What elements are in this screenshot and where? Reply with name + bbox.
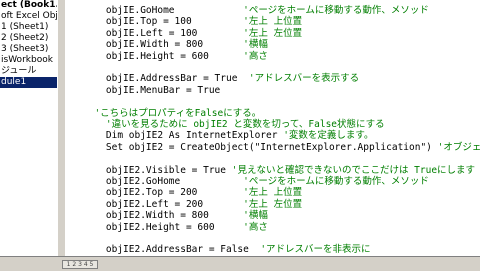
code-comment: 'アドレスバーを表示する	[249, 73, 359, 84]
code-line[interactable]: objIE2.GoHome 'ページをホームに移動する動作、メソッド	[83, 176, 429, 187]
code-comment: 'ページをホームに移動する動作、メソッド	[243, 5, 429, 16]
code-text: objIE.Height = 600	[83, 51, 243, 62]
code-text: objIE.AddressBar = True	[83, 73, 249, 84]
project-tree-item[interactable]: ect (Book1.	[0, 0, 57, 11]
code-comment: 'アドレスバーを非表示に	[260, 244, 370, 255]
code-line[interactable]: objIE2.Left = 200 '左上 左位置	[83, 199, 302, 210]
code-text: objIE2.Visible = True	[83, 165, 232, 176]
project-tree-item[interactable]: 2 (Sheet2)	[0, 33, 57, 44]
code-line[interactable]: objIE.Height = 600 '高さ	[83, 51, 268, 62]
code-line[interactable]: objIE.Left = 100 '左上 左位置	[83, 28, 302, 39]
code-comment: '変数を定義します。	[283, 130, 373, 141]
code-line[interactable]: objIE.MenuBar = True	[83, 85, 220, 96]
code-line[interactable]: 'こちらはプロパティをFalseにする。	[83, 108, 261, 119]
code-comment: '左上 上位置	[243, 187, 302, 198]
code-text: Dim objIE2 As InternetExplorer	[83, 130, 283, 141]
code-line[interactable]: '違いを見るために objIE2 と変数を切って、False状態にする	[83, 119, 385, 130]
code-comment: 'こちらはプロパティをFalseにする。	[94, 108, 261, 119]
code-comment: '左上 上位置	[243, 16, 302, 27]
code-comment: '横幅	[243, 39, 268, 50]
code-text: objIE.Left = 100	[83, 28, 243, 39]
code-text: objIE.Top = 100	[83, 16, 243, 27]
project-tree-item[interactable]: ジュール	[0, 66, 57, 77]
code-line[interactable]: objIE2.Height = 600 '高さ	[83, 222, 268, 233]
code-comment: '高さ	[243, 222, 268, 233]
code-text: objIE2.Height = 600	[83, 222, 243, 233]
project-tree-item[interactable]: 1 (Sheet1)	[0, 22, 57, 33]
project-tree-item[interactable]: isWorkbook	[0, 55, 57, 66]
code-text: objIE.MenuBar = True	[83, 85, 220, 96]
code-comment: '違いを見るために objIE2 と変数を切って、False状態にする	[106, 119, 385, 130]
code-text: objIE2.Width = 800	[83, 210, 243, 221]
code-line[interactable]: objIE.AddressBar = True 'アドレスバーを表示する	[83, 73, 359, 84]
code-line[interactable]: objIE.GoHome 'ページをホームに移動する動作、メソッド	[83, 5, 429, 16]
project-tree-item[interactable]: 3 (Sheet3)	[0, 44, 57, 55]
code-line[interactable]: Dim objIE2 As InternetExplorer '変数を定義します…	[83, 130, 373, 141]
code-text	[83, 108, 94, 119]
code-text	[83, 119, 106, 130]
code-text: Set objIE2 = CreateObject("InternetExplo…	[83, 142, 438, 153]
code-comment: '横幅	[243, 210, 268, 221]
code-line[interactable]: Set objIE2 = CreateObject("InternetExplo…	[83, 142, 480, 153]
code-text: objIE.GoHome	[83, 5, 243, 16]
status-cell: 1 2 3 4 5	[62, 260, 98, 269]
code-line[interactable]: objIE.Top = 100 '左上 上位置	[83, 16, 302, 27]
code-comment: '左上 左位置	[243, 199, 302, 210]
code-line[interactable]: objIE2.Top = 200 '左上 上位置	[83, 187, 302, 198]
project-tree-item[interactable]: dule1	[0, 77, 57, 88]
project-tree-item[interactable]: oft Excel Obje	[0, 11, 57, 22]
code-line[interactable]: objIE2.Width = 800 '横幅	[83, 210, 268, 221]
code-line[interactable]: objIE2.AddressBar = False 'アドレスバーを非表示に	[83, 244, 371, 255]
code-line[interactable]: objIE2.Visible = True '見えないと確認できないのでここだけ…	[83, 165, 475, 176]
code-comment: 'ページをホームに移動する動作、メソッド	[243, 176, 429, 187]
project-explorer-tree: ect (Book1.oft Excel Obje1 (Sheet1)2 (Sh…	[0, 0, 58, 270]
code-text: objIE.Width = 800	[83, 39, 243, 50]
code-text: objIE2.AddressBar = False	[83, 244, 260, 255]
code-comment: '左上 左位置	[243, 28, 302, 39]
code-text: objIE2.Left = 200	[83, 199, 243, 210]
status-bar: 1 2 3 4 5	[0, 256, 480, 271]
code-comment: '高さ	[243, 51, 268, 62]
code-comment: 'オブジェクトを	[438, 142, 480, 153]
code-editor[interactable]: objIE.GoHome 'ページをホームに移動する動作、メソッド objIE.…	[65, 0, 480, 256]
code-line[interactable]: objIE.Width = 800 '横幅	[83, 39, 268, 50]
code-text: objIE2.GoHome	[83, 176, 243, 187]
code-comment: '見えないと確認できないのでここだけは Trueにします	[232, 165, 475, 176]
code-text: objIE2.Top = 200	[83, 187, 243, 198]
